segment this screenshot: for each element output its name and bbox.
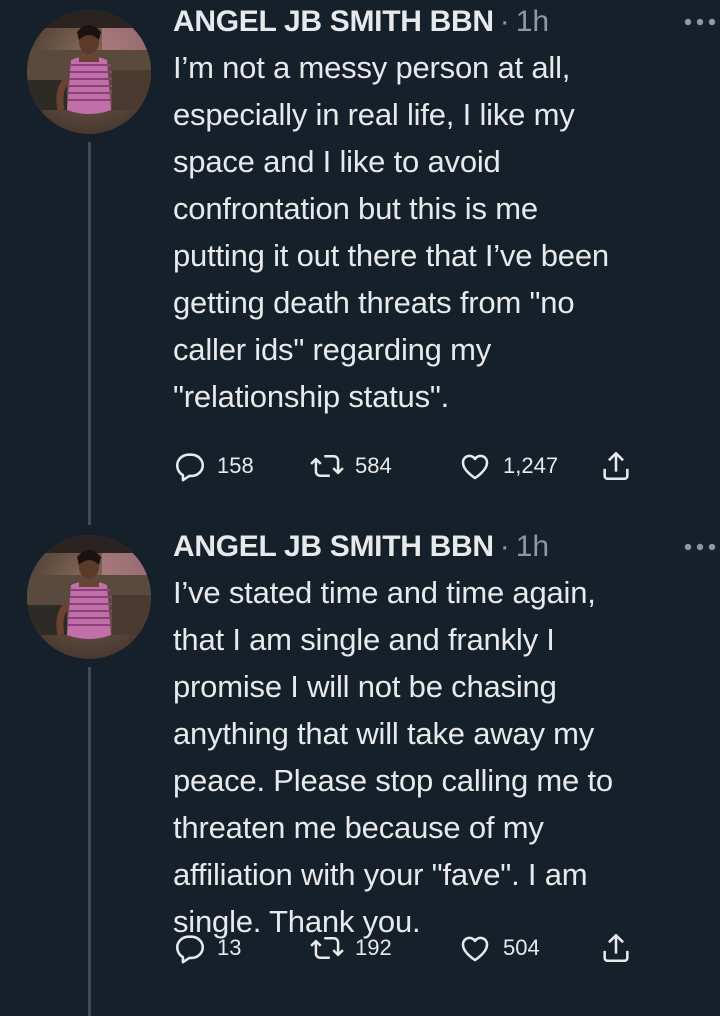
more-horizontal-icon[interactable]: [680, 10, 720, 34]
separator-dot: ·: [499, 530, 510, 563]
tweet-actions: 13 192 504: [173, 928, 633, 968]
reply-button[interactable]: 13: [173, 931, 309, 965]
heart-icon: [461, 454, 489, 480]
tweet-content: ANGEL JB SMITH BBN · 1h I’ve stated time…: [173, 525, 716, 964]
more-horizontal-icon[interactable]: [680, 535, 720, 559]
author-name[interactable]: ANGEL JB SMITH BBN: [173, 530, 494, 564]
heart-icon: [461, 936, 489, 962]
share-button[interactable]: [599, 449, 633, 483]
tweet-header: ANGEL JB SMITH BBN · 1h: [173, 525, 708, 569]
like-button[interactable]: 1,247: [457, 449, 599, 483]
share-icon: [603, 933, 629, 963]
thread-connector-line: [88, 667, 91, 1016]
retweet-count: 584: [355, 453, 392, 478]
like-count: 504: [503, 935, 540, 960]
like-button[interactable]: 504: [457, 931, 599, 965]
share-icon: [603, 451, 629, 481]
tweet-actions: 158 584 1,247: [173, 446, 633, 486]
separator-dot: ·: [499, 5, 510, 38]
reply-button[interactable]: 158: [173, 449, 309, 483]
reply-icon: [175, 935, 205, 964]
reply-icon: [175, 453, 205, 482]
tweet-text: I’ve stated time and time again, that I …: [173, 575, 613, 939]
retweet-icon: [310, 455, 344, 477]
retweet-button[interactable]: 584: [309, 449, 457, 483]
reply-count: 13: [217, 935, 242, 960]
retweet-icon: [310, 937, 344, 959]
tweet-thread: ANGEL JB SMITH BBN · 1h I’m not a messy …: [0, 0, 720, 1016]
tweet[interactable]: ANGEL JB SMITH BBN · 1h I’m not a messy …: [0, 0, 720, 525]
avatar[interactable]: [27, 535, 151, 659]
like-count: 1,247: [503, 453, 559, 478]
share-button[interactable]: [599, 931, 633, 965]
timestamp[interactable]: 1h: [516, 530, 549, 564]
thread-connector-line: [88, 142, 91, 525]
retweet-count: 192: [355, 935, 392, 960]
tweet-content: ANGEL JB SMITH BBN · 1h I’m not a messy …: [173, 0, 716, 482]
retweet-button[interactable]: 192: [309, 931, 457, 965]
author-name[interactable]: ANGEL JB SMITH BBN: [173, 5, 494, 39]
tweet[interactable]: ANGEL JB SMITH BBN · 1h I’ve stated time…: [0, 525, 720, 1016]
tweet-text: I’m not a messy person at all, especiall…: [173, 50, 609, 414]
timestamp[interactable]: 1h: [516, 5, 549, 39]
avatar[interactable]: [27, 10, 151, 134]
reply-count: 158: [217, 453, 254, 478]
tweet-header: ANGEL JB SMITH BBN · 1h: [173, 0, 708, 44]
